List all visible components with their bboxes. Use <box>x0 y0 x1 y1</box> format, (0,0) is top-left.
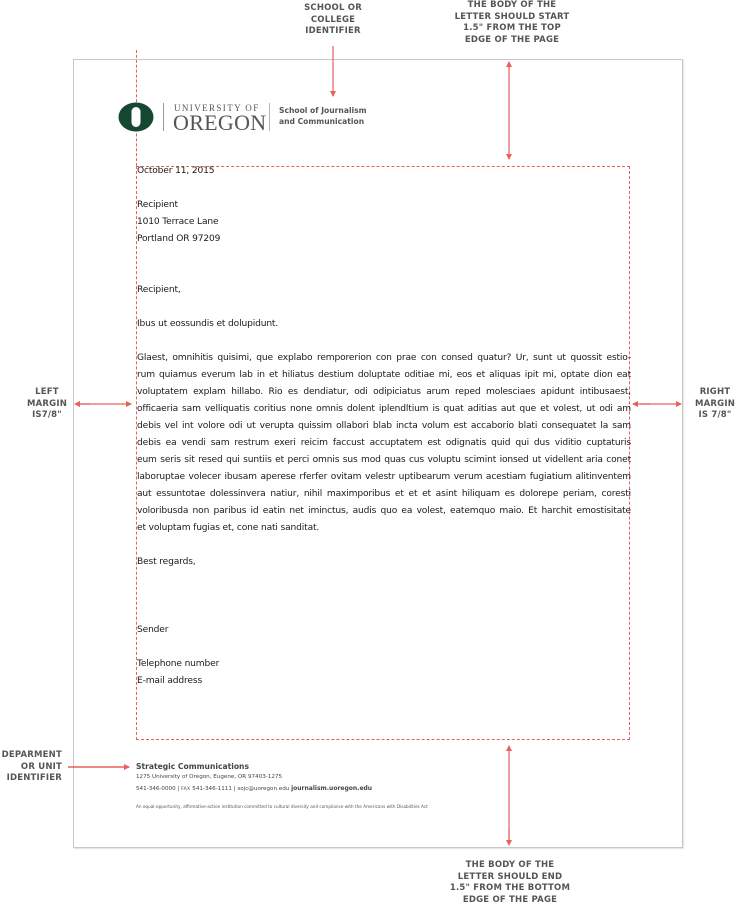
eeo-statement: An equal-opportunity, affirmative-action… <box>136 804 428 809</box>
sender-telephone: Telephone number <box>137 659 220 669</box>
oregon-o-icon <box>118 102 154 132</box>
school-name-line2: and Communication <box>279 116 365 126</box>
sender-name: Sender <box>137 625 169 635</box>
body-line: laboruptae volecer ibusam aperese rferfe… <box>137 472 631 482</box>
school-name-line1: School of Journalism <box>279 106 367 115</box>
salutation: Recipient, <box>137 285 181 295</box>
department-address: 1275 University of Oregon, Eugene, OR 97… <box>136 774 283 780</box>
body-line: officaeria sam velliquatis coritius none… <box>137 404 631 414</box>
body-line: debis ea vendi sam restrum exeri reicim … <box>137 438 631 448</box>
body-line: voloribusda non paribus id eatin net imi… <box>137 506 631 516</box>
closing: Best regards, <box>137 557 196 567</box>
body-line: voluptatem explam hillabo. Rio es dendia… <box>137 387 631 397</box>
body-line: rum quiamus everum lab in et hiliatus de… <box>137 370 631 380</box>
department-contact: 541-346-0000 | FAX 541-346-1111 | sojc@u… <box>136 783 428 795</box>
letter-date: October 11, 2015 <box>137 166 215 176</box>
fax-label: FAX <box>181 787 191 792</box>
phone-text: 541-346-0000 | <box>136 786 182 792</box>
body-line: Glaest, omnihitis quisimi, que explabo r… <box>137 353 631 363</box>
website-link[interactable]: journalism.uoregon.edu <box>291 785 372 792</box>
school-identifier: School of Journalism and Communication <box>279 106 367 127</box>
body-line: aut essuntotae dolessinvera natiur, nihi… <box>137 489 631 499</box>
recipient-street: 1010 Terrace Lane <box>137 217 219 227</box>
body-line: eum seris sit resed qui suntiis et perci… <box>137 455 631 465</box>
oregon-wordmark: OREGON <box>173 110 267 135</box>
recipient-name: Recipient <box>137 200 178 210</box>
school-divider <box>269 103 270 131</box>
department-name: Strategic Communications <box>136 762 249 771</box>
recipient-city: Portland OR 97209 <box>137 234 221 244</box>
letter-body: October 11, 2015 Recipient 1010 Terrace … <box>137 163 631 690</box>
intro-line: Ibus ut eossundis et dolupidunt. <box>137 319 279 329</box>
body-paragraph: Glaest, omnihitis quisimi, que explabo r… <box>137 350 631 537</box>
fax-email-text: 541-346-1111 | sojc@uoregon.edu <box>190 786 292 792</box>
body-line: et voluptam fugias et, cone nati sandita… <box>137 523 320 533</box>
sender-email: E-mail address <box>137 676 203 686</box>
logo-divider <box>163 103 164 131</box>
department-footer: Strategic Communications 1275 University… <box>136 762 428 809</box>
body-line: debis vel int volore odi ut verupta quis… <box>137 421 631 431</box>
